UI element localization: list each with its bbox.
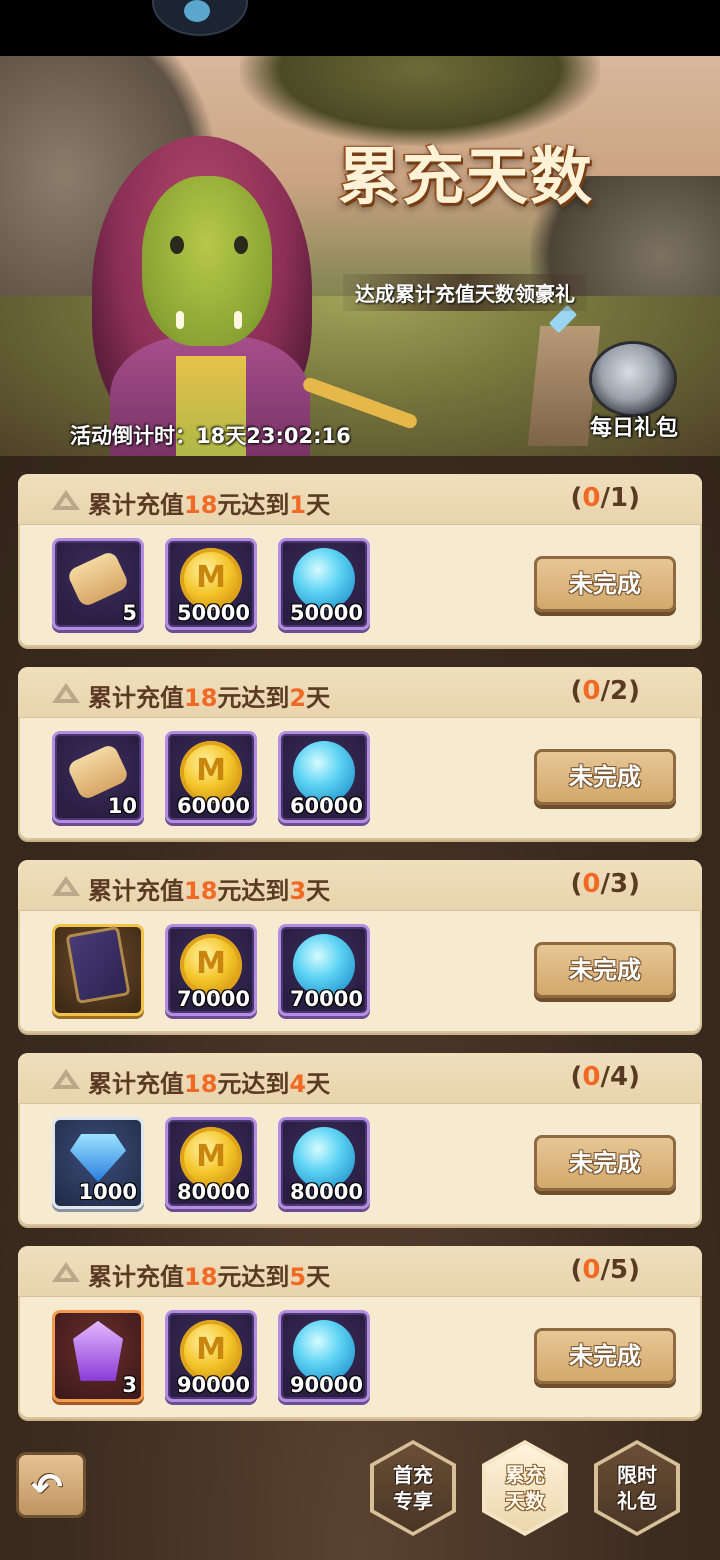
reward-item[interactable]: 50000 bbox=[165, 538, 257, 630]
tab-label: 首充 专享 bbox=[393, 1463, 433, 1513]
back-arrow-icon: ↶ bbox=[31, 1465, 63, 1509]
triangle-icon bbox=[52, 876, 80, 896]
reward-quantity: 5 bbox=[122, 601, 137, 625]
reward-item[interactable]: 10 bbox=[52, 731, 144, 823]
task-title: 累计充值18元达到1天 bbox=[88, 491, 331, 519]
reward-item[interactable]: 3 bbox=[52, 1310, 144, 1402]
reward-quantity: 60000 bbox=[289, 794, 363, 818]
player-avatar-icon[interactable] bbox=[152, 0, 248, 36]
reward-quantity: 90000 bbox=[289, 1373, 363, 1397]
task-header: 累计充值18元达到5天 (0/5) bbox=[18, 1246, 702, 1297]
task-card: 累计充值18元达到2天 (0/2) 10 60000 60000 未完成 bbox=[18, 667, 702, 840]
reward-quantity: 60000 bbox=[176, 794, 250, 818]
reward-item[interactable]: 70000 bbox=[165, 924, 257, 1016]
reward-item[interactable]: 80000 bbox=[165, 1117, 257, 1209]
task-title: 累计充值18元达到3天 bbox=[88, 877, 331, 905]
reward-quantity: 3 bbox=[122, 1373, 137, 1397]
reward-item[interactable]: 70000 bbox=[278, 924, 370, 1016]
task-incomplete-button[interactable]: 未完成 bbox=[534, 556, 676, 612]
event-subtitle: 达成累计充值天数领豪礼 bbox=[343, 274, 587, 311]
triangle-icon bbox=[52, 1069, 80, 1089]
triangle-icon bbox=[52, 1262, 80, 1282]
tab-label: 累充 天数 bbox=[505, 1463, 545, 1513]
character-face bbox=[142, 176, 272, 346]
triangle-icon bbox=[52, 683, 80, 703]
reward-item[interactable]: 90000 bbox=[278, 1310, 370, 1402]
triangle-icon bbox=[52, 490, 80, 510]
task-progress: (0/5) bbox=[570, 1255, 640, 1285]
daily-gift-button[interactable]: 每日礼包 bbox=[586, 344, 682, 442]
reward-item[interactable]: 80000 bbox=[278, 1117, 370, 1209]
task-incomplete-button[interactable]: 未完成 bbox=[534, 749, 676, 805]
event-title: 累充天数 bbox=[338, 140, 595, 213]
reward-item[interactable]: 60000 bbox=[165, 731, 257, 823]
reward-quantity: 10 bbox=[107, 794, 137, 818]
task-card: 累计充值18元达到1天 (0/1) 5 50000 50000 未完成 bbox=[18, 474, 702, 647]
reward-item[interactable] bbox=[52, 924, 144, 1016]
character-eye bbox=[170, 236, 184, 254]
character-tusk bbox=[234, 311, 242, 329]
task-card: 累计充值18元达到4天 (0/4) 1000 80000 80000 未完成 bbox=[18, 1053, 702, 1226]
task-progress: (0/2) bbox=[570, 676, 640, 706]
daily-gift-label: 每日礼包 bbox=[589, 416, 678, 441]
character-tusk bbox=[176, 311, 184, 329]
reward-quantity: 50000 bbox=[289, 601, 363, 625]
task-header: 累计充值18元达到3天 (0/3) bbox=[18, 860, 702, 911]
reward-quantity: 1000 bbox=[78, 1180, 137, 1204]
task-card: 累计充值18元达到5天 (0/5) 3 90000 90000 未完成 bbox=[18, 1246, 702, 1419]
task-title: 累计充值18元达到4天 bbox=[88, 1070, 331, 1098]
task-incomplete-button[interactable]: 未完成 bbox=[534, 1135, 676, 1191]
reward-item[interactable]: 50000 bbox=[278, 538, 370, 630]
character-eye bbox=[234, 236, 248, 254]
reward-quantity: 70000 bbox=[176, 987, 250, 1011]
task-progress: (0/3) bbox=[570, 869, 640, 899]
task-progress: (0/1) bbox=[570, 483, 640, 513]
reward-item[interactable]: 90000 bbox=[165, 1310, 257, 1402]
reward-quantity: 80000 bbox=[289, 1180, 363, 1204]
task-incomplete-button[interactable]: 未完成 bbox=[534, 942, 676, 998]
task-header: 累计充值18元达到1天 (0/1) bbox=[18, 474, 702, 525]
task-incomplete-button[interactable]: 未完成 bbox=[534, 1328, 676, 1384]
reward-quantity: 90000 bbox=[176, 1373, 250, 1397]
scroll-icon bbox=[65, 742, 131, 801]
reward-item[interactable]: 60000 bbox=[278, 731, 370, 823]
task-card: 累计充值18元达到3天 (0/3) 70000 70000 未完成 bbox=[18, 860, 702, 1033]
reward-item[interactable]: 5 bbox=[52, 538, 144, 630]
top-status-bar bbox=[0, 0, 720, 56]
blue-diamond-icon bbox=[70, 1133, 126, 1182]
purple-gem-icon bbox=[73, 1320, 123, 1381]
task-header: 累计充值18元达到2天 (0/2) bbox=[18, 667, 702, 718]
card-icon bbox=[65, 925, 131, 1004]
task-header: 累计充值18元达到4天 (0/4) bbox=[18, 1053, 702, 1104]
tab-label: 限时 礼包 bbox=[617, 1463, 657, 1513]
reward-quantity: 70000 bbox=[289, 987, 363, 1011]
back-button[interactable]: ↶ bbox=[16, 1452, 86, 1518]
reward-quantity: 80000 bbox=[176, 1180, 250, 1204]
treasure-chest-icon bbox=[592, 344, 674, 414]
task-progress: (0/4) bbox=[570, 1062, 640, 1092]
task-title: 累计充值18元达到5天 bbox=[88, 1263, 331, 1291]
event-countdown: 活动倒计时：18天23:02:16 bbox=[70, 424, 351, 448]
scroll-icon bbox=[65, 549, 131, 608]
reward-quantity: 50000 bbox=[176, 601, 250, 625]
reward-item[interactable]: 1000 bbox=[52, 1117, 144, 1209]
task-title: 累计充值18元达到2天 bbox=[88, 684, 331, 712]
